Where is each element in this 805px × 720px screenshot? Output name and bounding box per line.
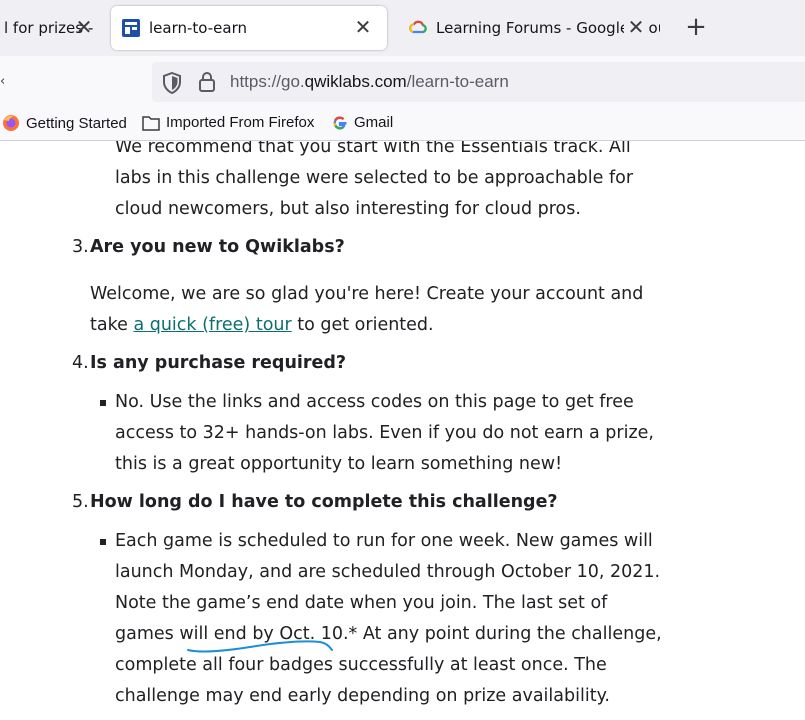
bookmark-gmail[interactable]: Gmail <box>332 114 393 131</box>
faq-answer-line: access to 32+ hands-on labs. Even if you… <box>115 423 654 443</box>
bookmark-label: Getting Started <box>26 114 127 132</box>
folder-icon <box>142 115 160 131</box>
faq-question: Is any purchase required? <box>90 353 347 373</box>
google-icon <box>333 116 347 129</box>
faq-answer-line: Note the game’s end date when you join. … <box>115 593 608 613</box>
url-prefix: https://go. <box>230 72 305 91</box>
google-cloud-icon <box>409 20 427 34</box>
answer-text: to get oriented. <box>291 315 434 335</box>
intro-line: labs in this challenge were selected to … <box>115 168 634 188</box>
answer-text: take <box>90 315 134 335</box>
firefox-icon <box>3 115 19 131</box>
bullet <box>100 400 106 406</box>
tab-strip: l for prizes - ✕ learn-to-earn ✕ Learnin… <box>0 0 805 56</box>
faq-number: 3. <box>72 237 89 257</box>
tab-prizes[interactable]: l for prizes - ✕ <box>0 6 100 50</box>
tab-learning-forums[interactable]: Learning Forums - Google Clouc ✕ <box>398 6 660 50</box>
faq-answer-line: games will end by Oct. 10.* At any point… <box>115 624 662 644</box>
close-icon[interactable]: ✕ <box>351 15 375 39</box>
faq-number: 4. <box>72 353 89 373</box>
tab-learn-to-earn[interactable]: learn-to-earn ✕ <box>111 6 387 50</box>
page-content: We recommend that you start with the Ess… <box>0 141 805 720</box>
faq-answer-line: take a quick (free) tour to get oriented… <box>90 315 434 335</box>
bookmark-label: Gmail <box>354 114 394 131</box>
bookmarks-bar: Getting Started Imported From Firefox Gm… <box>0 106 805 141</box>
shield-icon[interactable] <box>162 72 182 94</box>
close-icon[interactable]: ✕ <box>624 15 648 39</box>
faq-number: 5. <box>72 492 89 512</box>
faq-answer-line: Each game is scheduled to run for one we… <box>115 531 653 551</box>
faq-question: How long do I have to complete this chal… <box>90 492 558 512</box>
url-text[interactable]: https://go.qwiklabs.com/learn-to-earn <box>230 72 509 92</box>
faq-answer-line: complete all four badges successfully at… <box>115 655 607 675</box>
close-icon[interactable]: ✕ <box>72 15 96 39</box>
faq-answer-line: this is a great opportunity to learn som… <box>115 454 563 474</box>
intro-line: cloud newcomers, but also interesting fo… <box>115 199 581 219</box>
faq-answer-line: Welcome, we are so glad you're here! Cre… <box>90 284 644 304</box>
faq-question: Are you new to Qwiklabs? <box>90 237 345 257</box>
url-path: /learn-to-earn <box>406 72 509 91</box>
tab-title: learn-to-earn <box>149 19 247 37</box>
new-tab-button[interactable]: + <box>683 12 709 42</box>
bookmark-getting-started[interactable]: Getting Started <box>2 114 127 132</box>
bullet <box>100 539 106 545</box>
lock-icon[interactable] <box>198 71 216 93</box>
faq-answer-line: challenge may end early depending on pri… <box>115 686 610 706</box>
intro-line: We recommend that you start with the Ess… <box>115 141 631 157</box>
bookmark-imported-from-firefox[interactable]: Imported From Firefox <box>142 114 314 131</box>
back-icon[interactable]: ‹ <box>0 74 5 89</box>
url-bar[interactable]: https://go.qwiklabs.com/learn-to-earn <box>152 62 805 102</box>
faq-answer-line: No. Use the links and access codes on th… <box>115 392 634 412</box>
bookmark-label: Imported From Firefox <box>166 114 315 131</box>
navigation-bar: ‹ https://go.qwiklabs.com/learn-to-earn <box>0 56 805 106</box>
page-icon <box>122 19 140 37</box>
quick-tour-link[interactable]: a quick (free) tour <box>133 315 291 335</box>
faq-answer-line: launch Monday, and are scheduled through… <box>115 562 661 582</box>
url-domain: qwiklabs.com <box>304 72 407 91</box>
